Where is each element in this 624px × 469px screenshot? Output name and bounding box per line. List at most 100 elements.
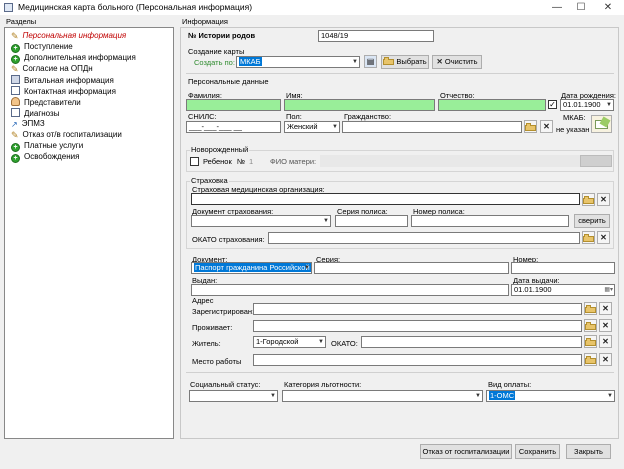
section-refusal[interactable]: ✎ Отказ от/в госпитализации — [11, 130, 122, 141]
surname-field[interactable] — [186, 99, 281, 111]
series-field[interactable] — [314, 262, 509, 274]
resident-select[interactable]: 1-Городской ▼ — [253, 336, 326, 348]
citizenship-lookup-button[interactable] — [524, 120, 537, 133]
lives-clear-button[interactable]: ✕ — [599, 319, 612, 332]
insurer-lookup-button[interactable] — [582, 193, 595, 206]
section-consent[interactable]: ✎ Согласие на ОПДн — [11, 64, 93, 75]
work-clear-button[interactable]: ✕ — [599, 353, 612, 366]
save-button[interactable]: Сохранить — [515, 444, 560, 459]
close-icon: ✕ — [436, 57, 445, 66]
divider — [186, 372, 614, 373]
section-label: ЭПМЗ — [21, 119, 45, 128]
close-icon: ✕ — [602, 337, 609, 346]
clear-button-label: Очистить — [444, 57, 478, 66]
birth-date-field[interactable]: 01.01.1900 ▼ — [560, 99, 614, 111]
choose-button[interactable]: Выбрать — [381, 55, 429, 69]
insurer-field[interactable] — [191, 193, 580, 205]
chevron-down-icon: ▼ — [607, 393, 613, 399]
benefit-select[interactable]: ▼ — [282, 390, 483, 402]
plus-icon: + — [11, 55, 20, 64]
pencil-icon: ✎ — [11, 64, 19, 74]
section-contact-info[interactable]: Контактная информация — [11, 86, 116, 97]
maximize-button[interactable]: ☐ — [569, 0, 593, 15]
child-checkbox[interactable] — [190, 157, 199, 166]
registered-label: Зарегистрирован: — [192, 307, 255, 316]
work-lookup-button[interactable] — [584, 353, 597, 366]
folder-icon — [585, 322, 596, 330]
issued-by-field[interactable] — [191, 284, 509, 296]
section-label: Отказ от/в госпитализации — [22, 130, 122, 139]
close-button[interactable]: Закрыть — [566, 444, 611, 459]
close-icon: ✕ — [602, 321, 609, 330]
create-by-select[interactable]: МКАБ ▼ — [236, 56, 360, 68]
chevron-down-icon: ▼ — [475, 393, 481, 399]
verify-button[interactable]: сверить — [574, 214, 610, 228]
chevron-down-icon: ▼ — [323, 218, 329, 224]
citizenship-clear-button[interactable]: ✕ — [540, 120, 553, 133]
mother-buttons — [580, 155, 612, 167]
policy-series-field[interactable] — [335, 215, 408, 227]
divider — [186, 73, 614, 74]
citizenship-label: Гражданство: — [344, 112, 392, 121]
okato-field[interactable] — [361, 336, 582, 348]
document-select[interactable]: Паспорт гражданина Российской Федерации▼ — [191, 262, 312, 274]
mkab-value: не указан — [556, 125, 590, 134]
choose-button-label: Выбрать — [396, 57, 427, 66]
section-label: Согласие на ОПДн — [22, 64, 93, 73]
benefit-label: Категория льготности: — [284, 380, 362, 389]
snils-field[interactable]: ___-___-___ __ — [186, 121, 281, 133]
section-admission[interactable]: + Поступление — [11, 42, 73, 53]
history-label: № Истории родов — [188, 31, 256, 40]
lives-field[interactable] — [253, 320, 582, 332]
history-number-field[interactable]: 1048/19 — [318, 30, 434, 42]
okato-insurance-lookup-button[interactable] — [582, 231, 595, 244]
clear-button[interactable]: ✕ Очистить — [432, 55, 482, 69]
info-header: Информация — [182, 17, 228, 26]
create-by-value: МКАБ — [239, 57, 262, 66]
section-label: Платные услуги — [24, 141, 84, 150]
okato-lookup-button[interactable] — [584, 335, 597, 348]
section-additional-info[interactable]: + Дополнительная информация — [11, 53, 136, 64]
section-personal-info[interactable]: ✎ Персональная информация — [11, 31, 126, 42]
registered-lookup-button[interactable] — [584, 302, 597, 315]
okato-label: ОКАТО: — [331, 339, 358, 348]
insurance-doc-select[interactable]: ▼ — [191, 215, 331, 227]
folder-icon — [583, 234, 594, 242]
social-status-select[interactable]: ▼ — [189, 390, 278, 402]
card-lookup-icon[interactable]: ▤ — [364, 55, 377, 68]
issue-date-field[interactable]: 01.01.1900 ▦▾ — [511, 284, 615, 296]
payment-select[interactable]: 1-ОМС ▼ — [486, 390, 615, 402]
registered-clear-button[interactable]: ✕ — [599, 302, 612, 315]
citizenship-field[interactable] — [342, 121, 522, 133]
section-representatives[interactable]: Представители — [11, 97, 81, 108]
okato-insurance-clear-button[interactable]: ✕ — [597, 231, 610, 244]
section-epmz[interactable]: ↗ ЭПМЗ — [11, 119, 45, 130]
section-vital-info[interactable]: Витальная информация — [11, 75, 114, 86]
okato-insurance-field[interactable] — [268, 232, 580, 244]
name-field[interactable] — [284, 99, 435, 111]
plus-icon: + — [11, 44, 20, 53]
sex-select[interactable]: Женский ▼ — [284, 121, 340, 133]
patronymic-field[interactable] — [438, 99, 546, 111]
insurer-clear-button[interactable]: ✕ — [597, 193, 610, 206]
chevron-down-icon: ▼ — [606, 102, 612, 108]
registered-field[interactable] — [253, 303, 582, 315]
section-exemptions[interactable]: + Освобождения — [11, 152, 79, 163]
sex-label: Пол: — [286, 112, 302, 121]
okato-clear-button[interactable]: ✕ — [599, 335, 612, 348]
section-paid-services[interactable]: + Платные услуги — [11, 141, 83, 152]
policy-number-field[interactable] — [411, 215, 569, 227]
minimize-button[interactable]: — — [545, 0, 569, 15]
document-icon — [11, 108, 20, 117]
mkab-card-icon[interactable] — [591, 115, 612, 133]
patronymic-checkbox[interactable]: ✓ — [548, 100, 557, 109]
close-window-button[interactable]: ✕ — [596, 0, 620, 15]
work-field[interactable] — [253, 354, 582, 366]
refuse-hospitalization-button[interactable]: Отказ от госпитализации — [420, 444, 512, 459]
folder-icon — [585, 305, 596, 313]
lives-lookup-button[interactable] — [584, 319, 597, 332]
folder-icon — [585, 338, 596, 346]
plus-icon: + — [11, 154, 20, 163]
number-field[interactable] — [511, 262, 615, 274]
section-diagnoses[interactable]: Диагнозы — [11, 108, 59, 119]
